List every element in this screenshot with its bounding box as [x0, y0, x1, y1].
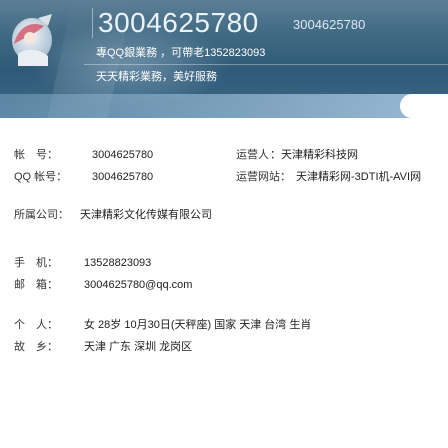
info-row-hometown: 故 乡： 天津 广东 深圳 龙岗区 — [0, 338, 448, 356]
company-value: 天津精彩文化传媒有限公司 — [80, 209, 212, 221]
info-row-account: 帐 号： 3004625780 运营人 ：天津精彩科技网 — [0, 146, 448, 164]
personal-value: 女 28岁 10月30日(天秤座) 国家 天津 台湾 生肖 — [84, 319, 312, 331]
banner-separator — [92, 8, 93, 38]
profile-small-id: 3004625780 — [293, 17, 366, 32]
info-row-email: 邮 箱： 3004625780@qq.com — [0, 276, 448, 294]
info-row-phone: 手 机： 13528823093 — [0, 254, 448, 272]
company-label: 所属公司： — [14, 209, 69, 221]
profile-display-id: 3004625780 — [98, 7, 259, 38]
info-row-personal: 个 人： 女 28岁 10月30日(天秤座) 国家 天津 台湾 生肖 — [0, 316, 448, 334]
profile-banner: 3004625780 3004625780 專QQ銀業務 ，可帶老1352823… — [0, 0, 448, 118]
phone-value[interactable]: 13528823093 — [84, 254, 151, 272]
profile-tagline: 專QQ銀業務 ，可帶老1352823093 — [96, 47, 266, 59]
avatar[interactable] — [8, 10, 60, 66]
banner-divider — [84, 64, 448, 65]
hometown-value: 天津 广东 深圳 龙岗区 — [84, 341, 193, 353]
profile-subtagline: 天天精彩業務，美好服務 — [96, 71, 217, 83]
personal-label: 个 人： — [14, 319, 58, 331]
phone-label: 手 机： — [14, 257, 58, 269]
info-row-qq: QQ 帐号： 3004625780 运营网站： 天津精彩网-3DTI机-AVI网 — [0, 168, 448, 186]
site-label: 运营网站： — [236, 171, 291, 183]
site-value: 天津精彩网-3DTI机-AVI网 — [296, 171, 422, 183]
hometown-label: 故 乡： — [14, 341, 58, 353]
banner-band — [0, 94, 448, 118]
email-value[interactable]: 3004625780@qq.com — [84, 276, 192, 294]
account-label: 帐 号： — [14, 149, 58, 161]
role-value: ：天津精彩科技网 — [270, 149, 358, 161]
qq-account-value: 3004625780 — [92, 171, 154, 183]
info-row-company: 所属公司： 天津精彩文化传媒有限公司 — [0, 206, 448, 224]
account-value: 3004625780 — [92, 149, 154, 161]
email-label: 邮 箱： — [14, 279, 58, 291]
qq-account-label: QQ 帐号： — [14, 171, 68, 183]
role-label: 运营人 — [236, 149, 269, 161]
banner-band-cap — [400, 94, 448, 118]
